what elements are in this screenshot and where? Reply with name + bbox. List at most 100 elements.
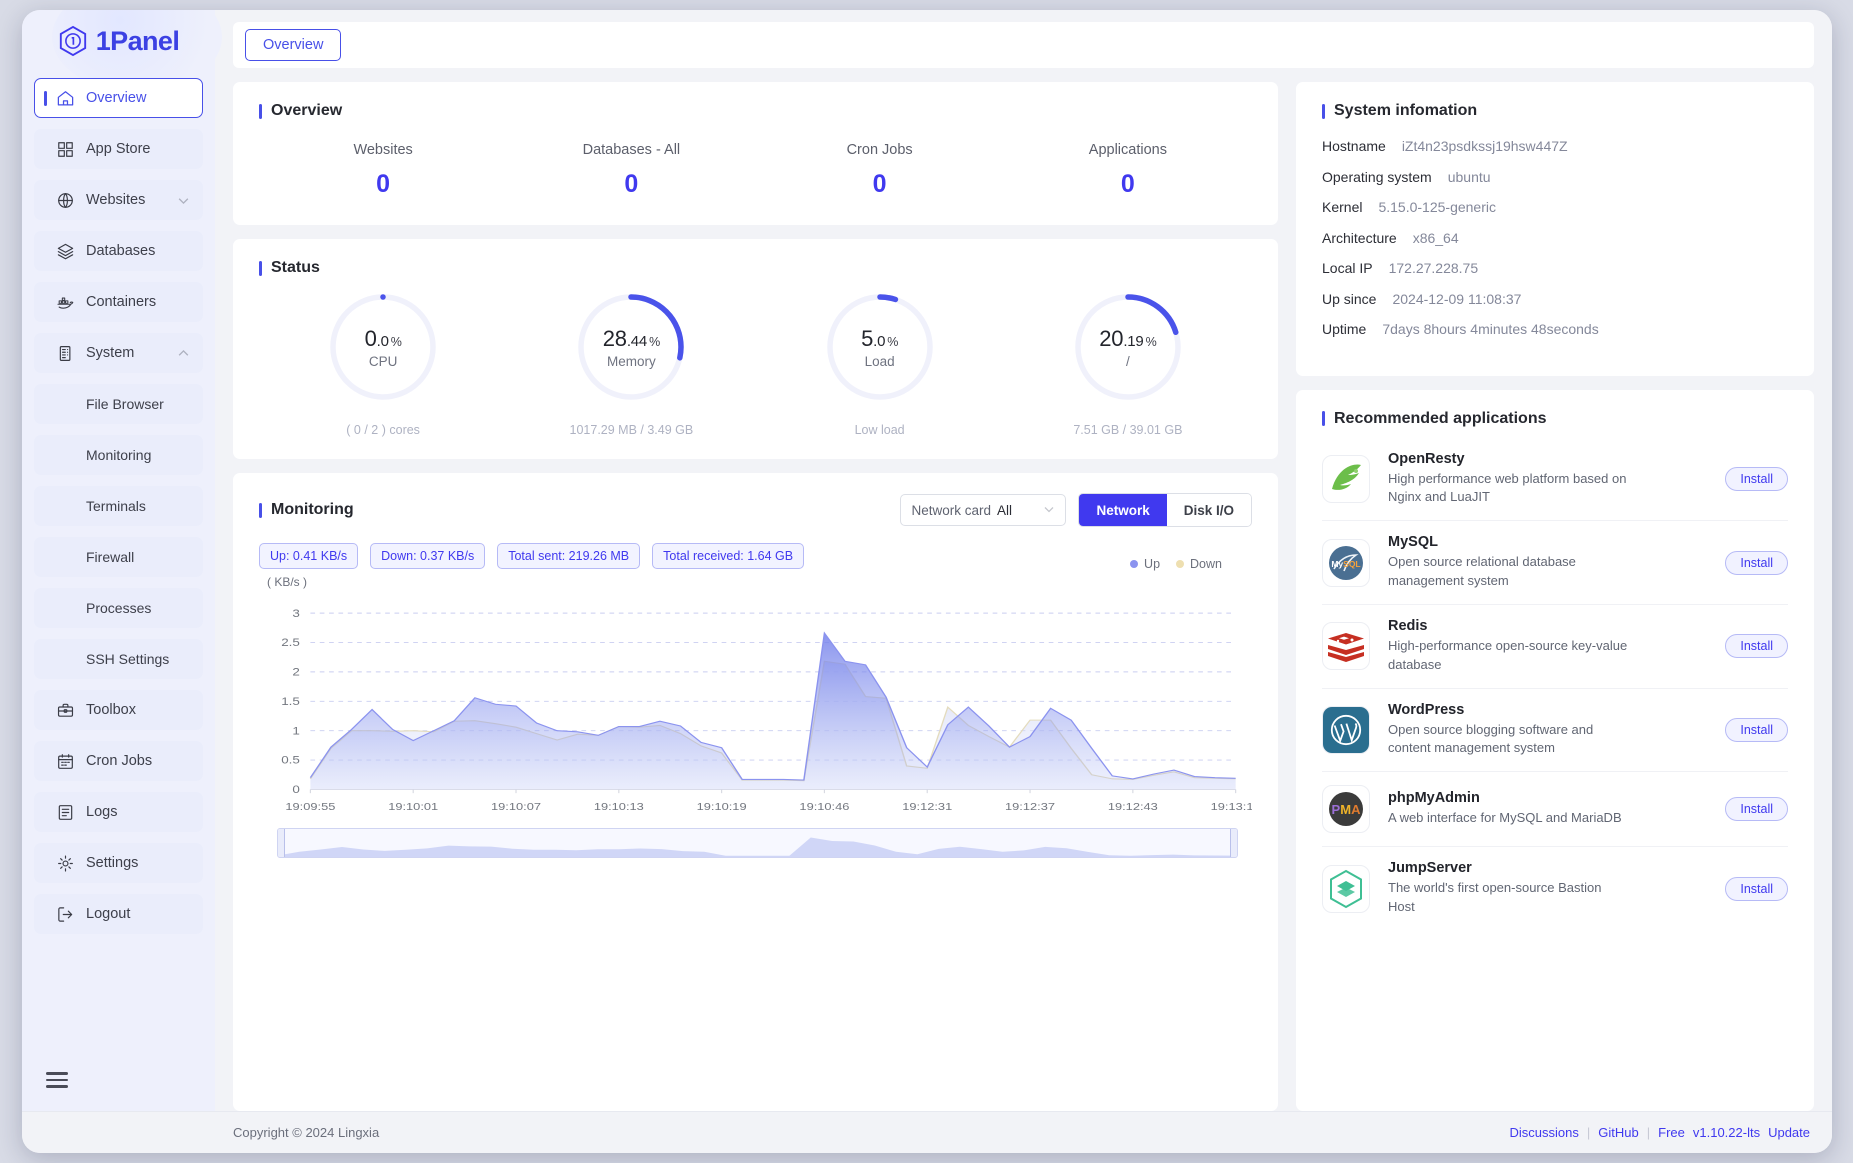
system-information-value: 2024-12-09 11:08:37 (1392, 291, 1521, 307)
segment-network[interactable]: Network (1079, 494, 1166, 526)
install-button[interactable]: Install (1725, 877, 1788, 901)
svg-text:0.5: 0.5 (281, 754, 300, 766)
footer-version[interactable]: v1.10.22-lts (1693, 1125, 1760, 1140)
sidebar-item-label: Toolbox (86, 702, 203, 718)
overview-cell-value[interactable]: 0 (1004, 170, 1252, 199)
chart-unit-label: ( KB/s ) (267, 575, 1252, 589)
footer-update-link[interactable]: Update (1768, 1125, 1810, 1140)
sidebar-item-firewall[interactable]: Firewall (34, 537, 203, 577)
recommended-app-description: Open source blogging software and conten… (1388, 721, 1628, 759)
grid-icon (56, 140, 86, 159)
sidebar-item-settings[interactable]: Settings (34, 843, 203, 883)
svg-text:19:10:07: 19:10:07 (491, 801, 541, 812)
gauge-label: Load (865, 354, 895, 369)
sidebar-item-overview[interactable]: Overview (34, 78, 203, 118)
legend-swatch (1130, 560, 1138, 568)
legend-item-down[interactable]: Down (1176, 557, 1222, 571)
sidebar-item-system[interactable]: System (34, 333, 203, 373)
svg-text:2: 2 (292, 666, 300, 678)
footer-copyright: Copyright © 2024 Lingxia (233, 1125, 379, 1140)
sidebar-item-containers[interactable]: Containers (34, 282, 203, 322)
svg-text:1: 1 (292, 725, 300, 737)
slider-handle-right[interactable] (1230, 829, 1237, 857)
sidebar-item-ssh-settings[interactable]: SSH Settings (34, 639, 203, 679)
sidebar-item-websites[interactable]: Websites (34, 180, 203, 220)
network-chart: ( KB/s )00.511.522.5319:09:5519:10:0119:… (259, 575, 1252, 1093)
jumpserver-logo-icon (1322, 865, 1370, 913)
chart-zoom-slider[interactable] (277, 828, 1238, 858)
sidebar-item-toolbox[interactable]: Toolbox (34, 690, 203, 730)
gauge-value: 28.44% (603, 326, 660, 352)
overview-cell-value[interactable]: 0 (507, 170, 755, 199)
segment-disk-i-o[interactable]: Disk I/O (1167, 494, 1251, 526)
status-gauge: 20.19%/7.51 GB / 39.01 GB (1004, 291, 1252, 437)
svg-text:19:10:13: 19:10:13 (594, 801, 644, 812)
network-stat-chip: Total received: 1.64 GB (652, 543, 804, 569)
sidebar-item-databases[interactable]: Databases (34, 231, 203, 271)
footer-links: Discussions | GitHub | Free v1.10.22-lts… (1510, 1125, 1810, 1140)
status-card: Status 0.0%CPU( 0 / 2 ) cores28.44%Memor… (233, 239, 1278, 459)
overview-cell: Cron Jobs0 (756, 142, 1004, 199)
overview-title: Overview (259, 102, 1252, 120)
overview-cell: Websites 0 (259, 142, 507, 199)
recommended-app-text: WordPressOpen source blogging software a… (1388, 702, 1707, 759)
recommended-app-name: Redis (1388, 618, 1707, 634)
install-button[interactable]: Install (1725, 467, 1788, 491)
system-information-key: Up since (1322, 291, 1376, 307)
hamburger-icon[interactable] (46, 1072, 68, 1087)
sidebar-item-label: File Browser (86, 396, 203, 412)
overview-grid: Websites0Databases - All0Cron Jobs0Appli… (259, 142, 1252, 199)
redis-logo-icon (1322, 622, 1370, 670)
sidebar-item-logout[interactable]: Logout (34, 894, 203, 934)
gauge--: 20.19%/ (1072, 291, 1184, 403)
footer-edition-free[interactable]: Free (1658, 1125, 1685, 1140)
sidebar: 1Panel OverviewApp StoreWebsitesDatabase… (22, 10, 215, 1111)
status-gauge: 0.0%CPU( 0 / 2 ) cores (259, 291, 507, 437)
svg-text:PMA: PMA (1332, 802, 1362, 817)
sidebar-item-label: System (86, 345, 177, 361)
install-button[interactable]: Install (1725, 551, 1788, 575)
sidebar-item-app-store[interactable]: App Store (34, 129, 203, 169)
gauge-value: 5.0% (861, 326, 898, 352)
system-information-row: Operating systemubuntu (1322, 169, 1788, 200)
sidebar-item-processes[interactable]: Processes (34, 588, 203, 628)
footer: Copyright © 2024 Lingxia Discussions | G… (22, 1111, 1832, 1153)
recommended-app-item: WordPressOpen source blogging software a… (1322, 689, 1788, 773)
gauge-note: Low load (855, 423, 905, 437)
overview-card: Overview Websites0Databases - All0Cron J… (233, 82, 1278, 225)
footer-link-github[interactable]: GitHub (1598, 1125, 1638, 1140)
monitoring-controls: Network card All NetworkDisk I/O (900, 493, 1252, 527)
phpmyadmin-logo-icon: PMA (1322, 785, 1370, 833)
monitoring-title: Monitoring (259, 501, 354, 519)
gauge-label: / (1126, 354, 1130, 369)
recommended-app-item: PMAphpMyAdminA web interface for MySQL a… (1322, 772, 1788, 847)
sidebar-item-monitoring[interactable]: Monitoring (34, 435, 203, 475)
tab-overview[interactable]: Overview (245, 29, 341, 61)
network-stat-chip: Down: 0.37 KB/s (370, 543, 485, 569)
sidebar-item-logs[interactable]: Logs (34, 792, 203, 832)
install-button[interactable]: Install (1725, 797, 1788, 821)
status-gauge: 5.0% Load Low load (756, 291, 1004, 437)
svg-text:19:12:37: 19:12:37 (1005, 801, 1055, 812)
hexagon-1-logo-icon (58, 25, 88, 57)
system-information-key: Architecture (1322, 230, 1397, 246)
system-information-rows: HostnameiZt4n23psdkssj19hsw447ZOperating… (1322, 138, 1788, 352)
recommended-app-item: MySQLMySQLOpen source relational databas… (1322, 521, 1788, 605)
slider-handle-left[interactable] (278, 829, 285, 857)
sidebar-item-label: SSH Settings (86, 651, 203, 667)
install-button[interactable]: Install (1725, 634, 1788, 658)
system-information-row: Kernel5.15.0-125-generic (1322, 199, 1788, 230)
overview-cell-value[interactable]: 0 (259, 170, 507, 199)
chart-minimap (278, 829, 1237, 857)
legend-item-up[interactable]: Up (1130, 557, 1160, 571)
recommended-app-item: OpenRestyHigh performance web platform b… (1322, 438, 1788, 522)
footer-link-discussions[interactable]: Discussions (1510, 1125, 1579, 1140)
sidebar-item-file-browser[interactable]: File Browser (34, 384, 203, 424)
network-card-select[interactable]: Network card All (900, 494, 1066, 526)
overview-cell-label: Websites (259, 142, 507, 158)
install-button[interactable]: Install (1725, 718, 1788, 742)
sidebar-item-cron-jobs[interactable]: Cron Jobs (34, 741, 203, 781)
overview-cell-value[interactable]: 0 (756, 170, 1004, 199)
sidebar-item-terminals[interactable]: Terminals (34, 486, 203, 526)
sidebar-item-label: App Store (86, 141, 203, 157)
